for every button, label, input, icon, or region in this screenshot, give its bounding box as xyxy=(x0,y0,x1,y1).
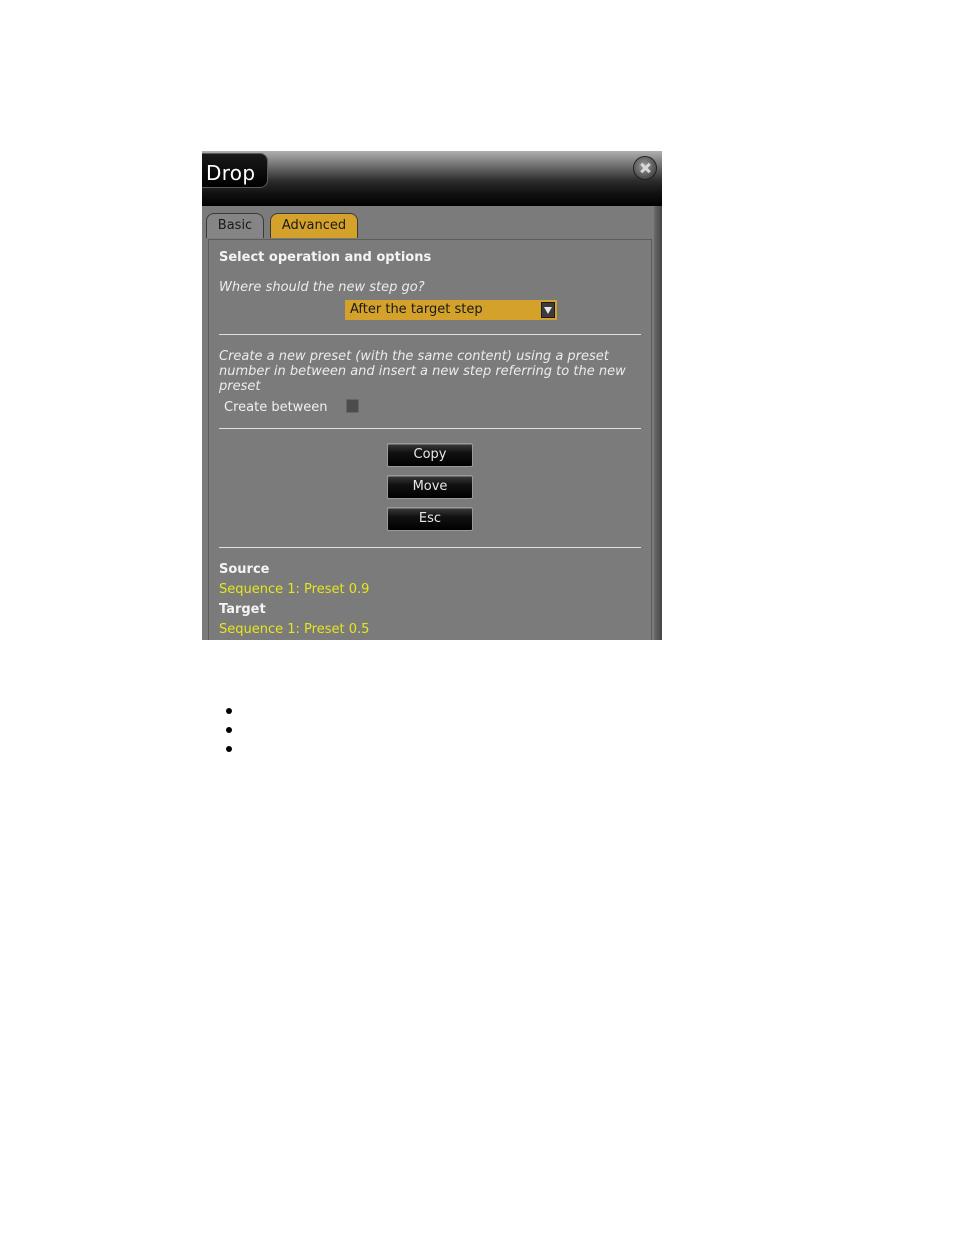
tab-basic[interactable]: Basic xyxy=(206,213,264,238)
copy-button[interactable]: Copy xyxy=(387,443,473,467)
position-dropdown[interactable]: After the target step xyxy=(345,300,557,320)
position-dropdown-value: After the target step xyxy=(350,302,483,317)
section-heading: Select operation and options xyxy=(219,250,432,265)
drop-dialog: Drop Basic Advanced Select operation and… xyxy=(202,151,662,640)
source-value: Sequence 1: Preset 0.9 xyxy=(219,582,370,597)
create-between-checkbox[interactable] xyxy=(346,399,359,413)
target-label: Target xyxy=(219,602,266,617)
divider xyxy=(219,428,641,429)
create-between-label: Create between xyxy=(224,400,328,415)
chevron-down-icon[interactable] xyxy=(541,302,555,318)
position-question: Where should the new step go? xyxy=(219,280,425,295)
dialog-right-edge xyxy=(654,206,662,640)
target-value: Sequence 1: Preset 0.5 xyxy=(219,622,370,637)
bullet-item xyxy=(226,708,232,714)
divider xyxy=(219,334,641,335)
title-tab: Drop xyxy=(202,153,268,188)
close-icon[interactable] xyxy=(634,157,656,179)
esc-button[interactable]: Esc xyxy=(387,507,473,531)
source-label: Source xyxy=(219,562,270,577)
advanced-panel: Select operation and options Where shoul… xyxy=(208,239,652,640)
bullet-item xyxy=(226,746,232,752)
title-bar[interactable]: Drop xyxy=(202,151,662,206)
divider xyxy=(219,547,641,548)
create-between-description: Create a new preset (with the same conte… xyxy=(219,349,626,394)
move-button[interactable]: Move xyxy=(387,475,473,499)
bullet-item xyxy=(226,727,232,733)
tab-advanced[interactable]: Advanced xyxy=(270,213,358,238)
dialog-title: Drop xyxy=(206,161,256,185)
